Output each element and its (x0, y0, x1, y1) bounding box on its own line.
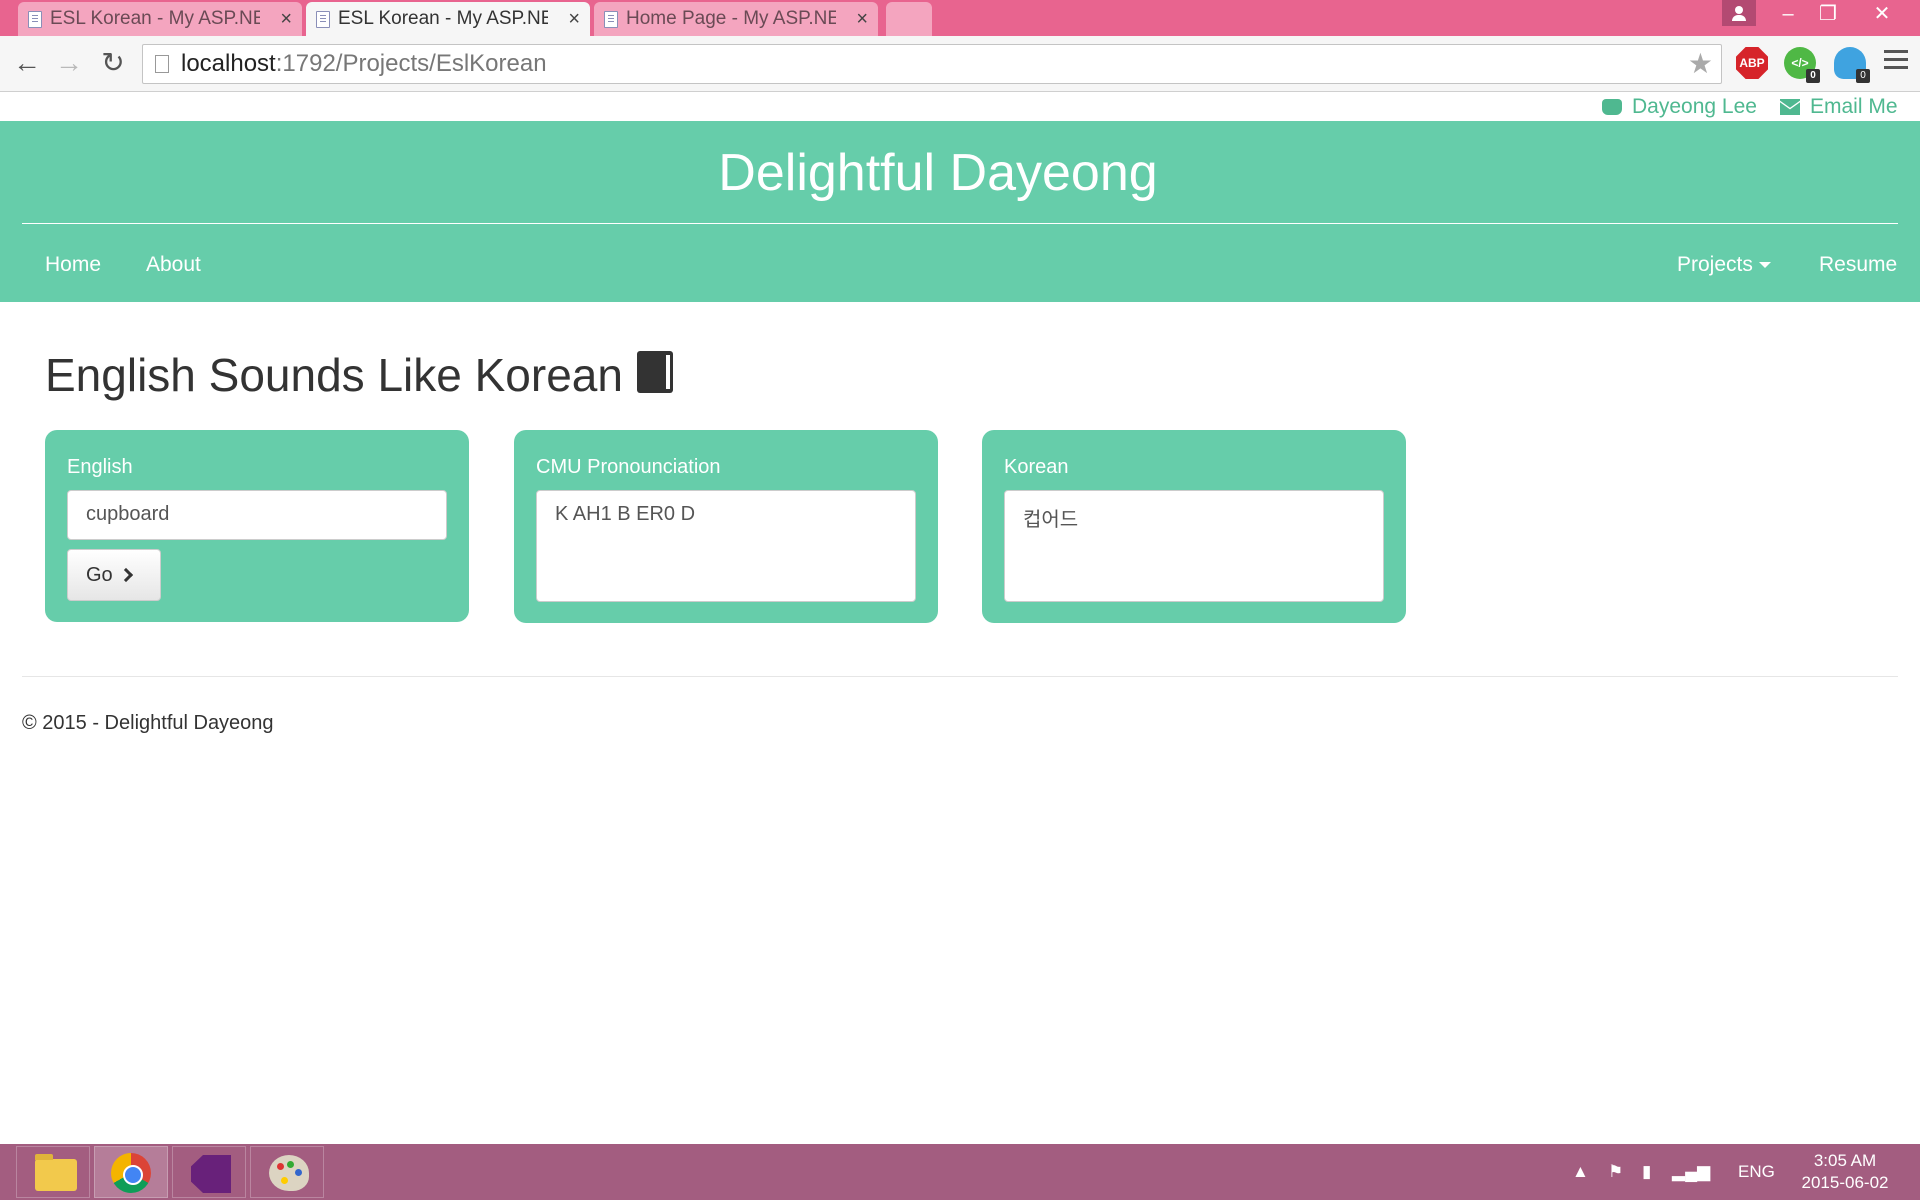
tab-title: ESL Korean - My ASP.NET (50, 8, 260, 29)
page-icon (155, 55, 169, 73)
page-title: English Sounds Like Korean (45, 345, 673, 405)
chrome-menu-icon[interactable] (1884, 50, 1908, 74)
taskbar-paint[interactable] (250, 1146, 324, 1198)
clock-time: 3:05 AM (1813, 1151, 1877, 1170)
github-icon (1602, 99, 1622, 115)
go-button[interactable]: Go (67, 549, 161, 601)
bookmark-star-icon[interactable]: ★ (1688, 45, 1713, 83)
page-favicon-icon (28, 11, 42, 28)
nav-resume[interactable]: Resume (1819, 253, 1897, 277)
header-divider (22, 223, 1898, 224)
user-profile-icon[interactable] (1722, 0, 1756, 26)
browser-tab-2[interactable]: ESL Korean - My ASP.NET × (306, 2, 590, 36)
nav-home[interactable]: Home (45, 253, 101, 277)
ghostery-icon[interactable]: 0 (1834, 47, 1870, 83)
nav-projects-label: Projects (1677, 253, 1753, 276)
page-favicon-icon (604, 11, 618, 28)
forward-icon[interactable]: → (52, 46, 86, 80)
taskbar-visual-studio[interactable] (172, 1146, 246, 1198)
back-icon[interactable]: ← (10, 46, 44, 80)
extension-badge: 0 (1856, 69, 1870, 83)
show-hidden-icons-icon[interactable]: ▲ (1572, 1144, 1589, 1200)
browser-toolbar: ← → ↻ localhost:1792/Projects/EslKorean … (0, 36, 1920, 92)
chevron-right-icon (118, 567, 133, 583)
nav-projects-dropdown[interactable]: Projects (1677, 253, 1771, 277)
site-brand[interactable]: Delightful Dayeong (0, 143, 1876, 203)
reload-icon[interactable]: ↻ (96, 46, 130, 80)
page-favicon-icon (316, 11, 330, 28)
taskbar-file-explorer[interactable] (16, 1146, 90, 1198)
caret-down-icon (1758, 262, 1771, 268)
file-explorer-icon (35, 1154, 77, 1191)
github-link-label: Dayeong Lee (1632, 95, 1757, 118)
restore-icon[interactable]: ❐ (1810, 0, 1846, 28)
cmu-output[interactable]: K AH1 B ER0 D (536, 490, 916, 602)
github-link[interactable]: Dayeong Lee (1602, 94, 1757, 120)
visual-studio-icon (191, 1155, 231, 1193)
volume-icon[interactable]: 🔈︎ (1700, 1144, 1710, 1200)
browser-tab-3[interactable]: Home Page - My ASP.NET × (594, 2, 878, 36)
url-host: localhost (181, 50, 276, 77)
envelope-icon (1780, 99, 1800, 115)
go-button-label: Go (86, 564, 113, 586)
close-tab-icon[interactable]: × (856, 2, 868, 36)
power-icon[interactable]: ▮ (1642, 1144, 1651, 1200)
browser-tab-1[interactable]: ESL Korean - My ASP.NET × (18, 2, 302, 36)
extension-badge: 0 (1806, 69, 1820, 83)
action-center-flag-icon[interactable]: ⚑ (1608, 1144, 1623, 1200)
abp-label: ABP (1739, 56, 1765, 70)
korean-output[interactable]: 컵어드 (1004, 490, 1384, 602)
korean-panel: Korean 컵어드 (982, 430, 1406, 623)
site-header: Delightful Dayeong Home About Projects R… (0, 121, 1920, 302)
adblock-plus-icon[interactable]: ABP (1736, 47, 1768, 79)
footer-text: © 2015 - Delightful Dayeong (22, 712, 274, 734)
email-link-label: Email Me (1810, 95, 1898, 118)
clock-date: 2015-06-02 (1801, 1173, 1889, 1192)
language-indicator[interactable]: ENG (1738, 1144, 1775, 1200)
footer-divider (22, 676, 1898, 677)
close-tab-icon[interactable]: × (568, 2, 580, 36)
new-tab-button[interactable] (886, 2, 932, 36)
cmu-label: CMU Pronounciation (536, 456, 721, 478)
minimize-icon[interactable]: – (1770, 0, 1806, 28)
paint-icon (269, 1155, 309, 1191)
windows-taskbar (0, 1144, 1920, 1200)
url-text[interactable]: localhost:1792/Projects/EslKorean (181, 45, 547, 83)
browser-titlebar: ESL Korean - My ASP.NET × ESL Korean - M… (0, 0, 1920, 36)
cmu-panel: CMU Pronounciation K AH1 B ER0 D (514, 430, 938, 623)
top-links-bar: Dayeong Lee Email Me (0, 92, 1920, 122)
english-input[interactable]: cupboard (67, 490, 447, 540)
close-tab-icon[interactable]: × (280, 2, 292, 36)
validator-extension-icon[interactable]: </> 0 (1784, 47, 1820, 83)
tab-title: ESL Korean - My ASP.NET (338, 8, 548, 29)
english-label: English (67, 456, 133, 478)
page-title-text: English Sounds Like Korean (45, 349, 623, 401)
address-bar[interactable]: localhost:1792/Projects/EslKorean ★ (142, 44, 1722, 84)
book-icon (636, 351, 673, 393)
email-link[interactable]: Email Me (1780, 94, 1898, 120)
system-clock[interactable]: 3:05 AM 2015-06-02 (1790, 1150, 1900, 1194)
taskbar-chrome[interactable] (94, 1146, 168, 1198)
close-window-icon[interactable]: ✕ (1860, 0, 1904, 28)
chrome-icon (111, 1153, 151, 1193)
english-panel: English cupboard Go (45, 430, 469, 622)
url-path: :1792/Projects/EslKorean (275, 50, 547, 77)
tab-title: Home Page - My ASP.NET (626, 8, 836, 29)
nav-about[interactable]: About (146, 253, 201, 277)
korean-label: Korean (1004, 456, 1069, 478)
